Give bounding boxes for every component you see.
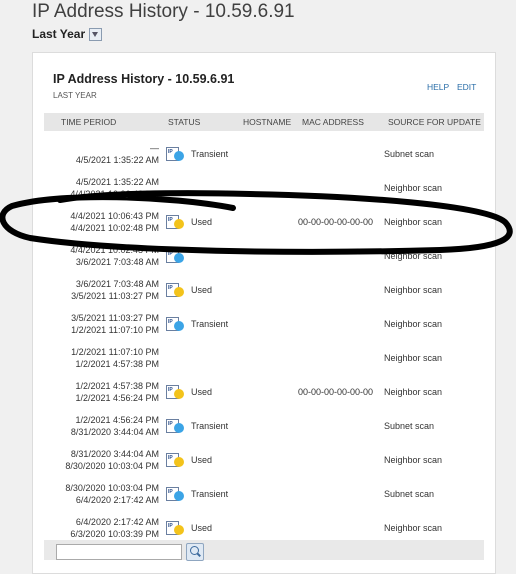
update-source: Subnet scan xyxy=(384,489,435,499)
header-hostname[interactable]: HOSTNAME xyxy=(243,117,291,127)
table-header: TIME PERIOD STATUS HOSTNAME MAC ADDRESS … xyxy=(44,113,484,131)
update-source: Subnet scan xyxy=(384,149,435,159)
update-source: Subnet scan xyxy=(384,421,435,431)
period-end: 6/4/2020 2:17:42 AM xyxy=(75,517,159,527)
period-end: 4/4/2021 10:06:43 PM xyxy=(70,211,159,221)
status-dot-icon xyxy=(174,287,184,297)
header-mac-address[interactable]: MAC ADDRESS xyxy=(302,117,364,127)
table-row: 8/30/2020 10:03:04 PM 6/4/2020 2:17:42 AM… xyxy=(33,481,495,515)
transient-icon xyxy=(166,419,184,434)
period-end: 3/6/2021 7:03:48 AM xyxy=(75,279,159,289)
time-range-label: Last Year xyxy=(32,27,86,41)
status-dot-icon xyxy=(174,151,184,161)
update-source: Neighbor scan xyxy=(384,353,443,363)
update-source: Neighbor scan xyxy=(384,217,443,227)
header-status[interactable]: STATUS xyxy=(168,117,200,127)
table-row: 4/4/2021 10:02:48 PM 3/6/2021 7:03:48 AM N… xyxy=(33,243,495,277)
period-start: 1/2/2021 4:57:38 PM xyxy=(75,359,159,369)
search-input[interactable] xyxy=(56,544,182,560)
period-end: 1/2/2021 11:07:10 PM xyxy=(71,347,159,357)
table-row: 3/5/2021 11:03:27 PM 1/2/2021 11:07:10 PM… xyxy=(33,311,495,345)
update-source: Neighbor scan xyxy=(384,183,443,193)
table-row: 8/31/2020 3:44:04 AM 8/30/2020 10:03:04 P… xyxy=(33,447,495,481)
status-label: Used xyxy=(191,455,213,465)
status-dot-icon xyxy=(174,389,184,399)
period-start: 1/2/2021 4:56:24 PM xyxy=(75,393,159,403)
status-dot-icon xyxy=(174,525,184,535)
help-link[interactable]: HELP xyxy=(427,82,449,92)
table-row: 1/2/2021 11:07:10 PM 1/2/2021 4:57:38 PM N… xyxy=(33,345,495,379)
status-dot-icon xyxy=(174,253,184,263)
period-start: 6/4/2020 2:17:42 AM xyxy=(75,495,159,505)
search-bar xyxy=(44,540,484,561)
status-label: Used xyxy=(191,387,213,397)
edit-link[interactable]: EDIT xyxy=(457,82,476,92)
period-start: 4/4/2021 10:06:43 PM xyxy=(70,189,159,199)
status-label: Transient xyxy=(191,319,229,329)
transient-icon xyxy=(166,317,184,332)
update-source: Neighbor scan xyxy=(384,523,443,533)
update-source: Neighbor scan xyxy=(384,251,443,261)
period-start: 1/2/2021 11:07:10 PM xyxy=(71,325,159,335)
chevron-down-icon[interactable] xyxy=(89,27,103,41)
update-source: Neighbor scan xyxy=(384,387,443,397)
period-start: 3/6/2021 7:03:48 AM xyxy=(75,257,159,267)
update-source: Neighbor scan xyxy=(384,455,443,465)
page-title: IP Address History - 10.59.6.91 xyxy=(32,1,295,22)
period-start: 8/31/2020 3:44:04 AM xyxy=(70,427,159,437)
status-dot-icon xyxy=(174,321,184,331)
period-end: 3/5/2021 11:03:27 PM xyxy=(71,313,159,323)
used-icon xyxy=(166,385,184,400)
used-icon xyxy=(166,453,184,468)
update-source: Neighbor scan xyxy=(384,319,443,329)
period-end: 4/5/2021 1:35:22 AM xyxy=(75,177,159,187)
status-dot-icon xyxy=(174,491,184,501)
table-row: 1/2/2021 4:57:38 PM 1/2/2021 4:56:24 PM Us… xyxy=(33,379,495,413)
period-start: 6/3/2020 10:03:39 PM xyxy=(70,529,159,539)
header-source[interactable]: SOURCE FOR UPDATE xyxy=(388,117,481,127)
ip-history-panel: IP Address History - 10.59.6.91 LAST YEA… xyxy=(32,52,496,574)
table-row: 4/4/2021 10:06:43 PM 4/4/2021 10:02:48 PM… xyxy=(33,209,495,243)
status-label: Used xyxy=(191,523,213,533)
header-time-period[interactable]: TIME PERIOD xyxy=(61,117,116,127)
transient-icon xyxy=(166,487,184,502)
table-row: — 4/5/2021 1:35:22 AM Transient Subnet scan xyxy=(33,141,495,175)
period-end: 8/30/2020 10:03:04 PM xyxy=(65,483,159,493)
mac-address: 00-00-00-00-00-00 xyxy=(298,387,374,397)
period-end: 1/2/2021 4:57:38 PM xyxy=(75,381,159,391)
time-range-dropdown[interactable]: Last Year xyxy=(32,27,103,41)
status-label: Used xyxy=(191,217,213,227)
panel-title: IP Address History - 10.59.6.91 xyxy=(53,72,235,86)
period-start: 4/4/2021 10:02:48 PM xyxy=(70,223,159,233)
period-start: 4/5/2021 1:35:22 AM xyxy=(75,155,159,165)
period-end: — xyxy=(150,143,159,153)
status-dot-icon xyxy=(174,423,184,433)
panel-subtitle: LAST YEAR xyxy=(53,91,97,100)
status-label: Used xyxy=(191,285,213,295)
used-icon xyxy=(166,283,184,298)
table-row: 1/2/2021 4:56:24 PM 8/31/2020 3:44:04 AM T… xyxy=(33,413,495,447)
status-label: Transient xyxy=(191,489,229,499)
status-label: Transient xyxy=(191,421,229,431)
status-dot-icon xyxy=(174,219,184,229)
period-start: 8/30/2020 10:03:04 PM xyxy=(65,461,159,471)
transient-icon xyxy=(166,147,184,162)
period-end: 1/2/2021 4:56:24 PM xyxy=(75,415,159,425)
period-end: 4/4/2021 10:02:48 PM xyxy=(70,245,159,255)
status-label: Transient xyxy=(191,149,229,159)
update-source: Neighbor scan xyxy=(384,285,443,295)
used-icon xyxy=(166,215,184,230)
period-end: 8/31/2020 3:44:04 AM xyxy=(70,449,159,459)
status-dot-icon xyxy=(174,457,184,467)
used-icon xyxy=(166,521,184,536)
transient-icon xyxy=(166,249,184,264)
table-row: 4/5/2021 1:35:22 AM 4/4/2021 10:06:43 PM N… xyxy=(33,175,495,209)
table-row: 3/6/2021 7:03:48 AM 3/5/2021 11:03:27 PM U… xyxy=(33,277,495,311)
mac-address: 00-00-00-00-00-00 xyxy=(298,217,374,227)
period-start: 3/5/2021 11:03:27 PM xyxy=(71,291,159,301)
search-icon[interactable] xyxy=(186,543,204,561)
